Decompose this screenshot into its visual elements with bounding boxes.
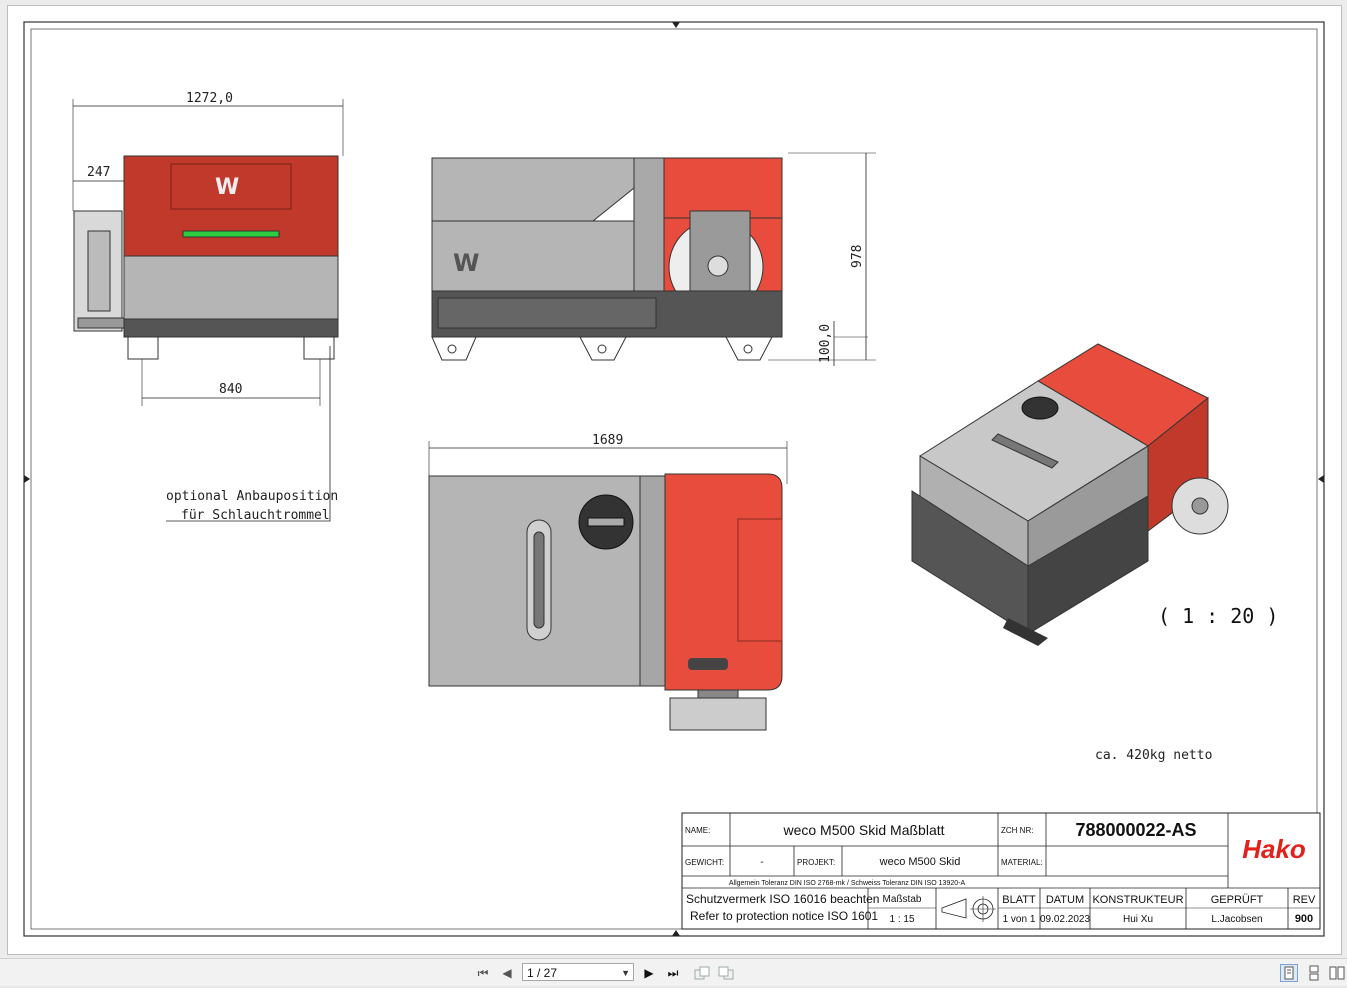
technical-drawing: W 1272,0 247 840 optional Anbauposition …: [23, 21, 1325, 937]
tb-datum-value: 09.02.2023: [1040, 914, 1090, 925]
dim-reel-offset: 247: [87, 165, 110, 180]
annotation-line-2: für Schlauchtrommel: [181, 508, 330, 523]
svg-text:W: W: [215, 175, 239, 200]
title-block: NAME: weco M500 Skid Maßblatt ZCH NR: 78…: [681, 812, 1321, 930]
tb-massstab-value: 1 : 15: [889, 914, 914, 925]
tb-geprueft-label: GEPRÜFT: [1211, 894, 1264, 906]
page-number-input[interactable]: 1 / 27 ▼: [522, 963, 634, 981]
weight-note: ca. 420kg netto: [1095, 748, 1212, 763]
next-page-button[interactable]: ▶: [640, 964, 658, 982]
tb-name-value: weco M500 Skid Maßblatt: [782, 822, 944, 838]
tb-zch-value: 788000022-AS: [1075, 820, 1196, 840]
scale-label: ( 1 : 20 ): [1158, 604, 1278, 628]
tb-material-label: MATERIAL:: [1001, 858, 1043, 867]
tb-tolerance: Allgemein Toleranz DIN ISO 2768-mk / Sch…: [729, 880, 966, 887]
tb-blatt-value: 1 von 1: [1003, 914, 1036, 925]
chevron-down-icon[interactable]: ▼: [621, 964, 630, 982]
svg-text:W: W: [1036, 556, 1054, 575]
svg-text:W: W: [453, 249, 479, 277]
tb-name-label: NAME:: [685, 826, 710, 835]
tb-massstab-label: Maßstab: [883, 894, 922, 905]
tb-project-label: PROJEKT:: [797, 858, 835, 867]
top-view: 1689: [428, 433, 788, 731]
tb-geprueft-value: L.Jacobsen: [1211, 914, 1262, 925]
side-view: W 978 100,0: [431, 152, 876, 366]
facing-view-icon[interactable]: [1328, 964, 1346, 982]
tb-rev-value: 900: [1295, 913, 1313, 925]
isometric-view: W ( 1 : 20 ): [911, 343, 1278, 646]
tb-zch-label: ZCH NR:: [1001, 826, 1033, 835]
dim-overall-width: 1272,0: [186, 91, 233, 106]
go-back-view-icon[interactable]: [692, 964, 710, 982]
dim-foot-spacing: 840: [219, 382, 242, 397]
first-page-button[interactable]: ⏮: [474, 964, 492, 982]
continuous-view-icon[interactable]: [1305, 964, 1323, 982]
tb-project-value: weco M500 Skid: [879, 856, 961, 868]
last-page-button[interactable]: ⏭: [664, 964, 682, 982]
tb-konstrukteur-label: KONSTRUKTEUR: [1092, 894, 1183, 906]
prev-page-button[interactable]: ◀: [498, 964, 516, 982]
tb-protection-de: Schutzvermerk ISO 16016 beachten: [686, 892, 879, 906]
single-page-view-icon[interactable]: [1280, 964, 1298, 982]
go-forward-view-icon[interactable]: [716, 964, 734, 982]
page-indicator: 1 / 27: [527, 966, 558, 980]
front-view: W 1272,0 247 840 optional Anbauposition …: [72, 91, 344, 523]
hako-logo: Hako: [1242, 834, 1306, 864]
tb-konstrukteur-value: Hui Xu: [1123, 914, 1153, 925]
viewer-toolbar: ⏮ ◀ 1 / 27 ▼ ▶ ⏭: [0, 958, 1347, 986]
tb-protection-en: Refer to protection notice ISO 1601: [690, 909, 878, 923]
tb-weight-value: -: [760, 857, 763, 868]
drawing-sheet: W 1272,0 247 840 optional Anbauposition …: [7, 5, 1342, 955]
tb-rev-label: REV: [1293, 894, 1316, 906]
annotation-line-1: optional Anbauposition: [166, 489, 338, 504]
tb-datum-label: DATUM: [1046, 894, 1084, 906]
document-viewport: W 1272,0 247 840 optional Anbauposition …: [0, 0, 1347, 958]
tb-blatt-label: BLATT: [1002, 894, 1036, 906]
tb-weight-label: GEWICHT:: [685, 858, 724, 867]
dim-length: 1689: [592, 433, 623, 448]
dim-foot-height: 100,0: [818, 324, 833, 363]
dim-height: 978: [850, 245, 865, 268]
